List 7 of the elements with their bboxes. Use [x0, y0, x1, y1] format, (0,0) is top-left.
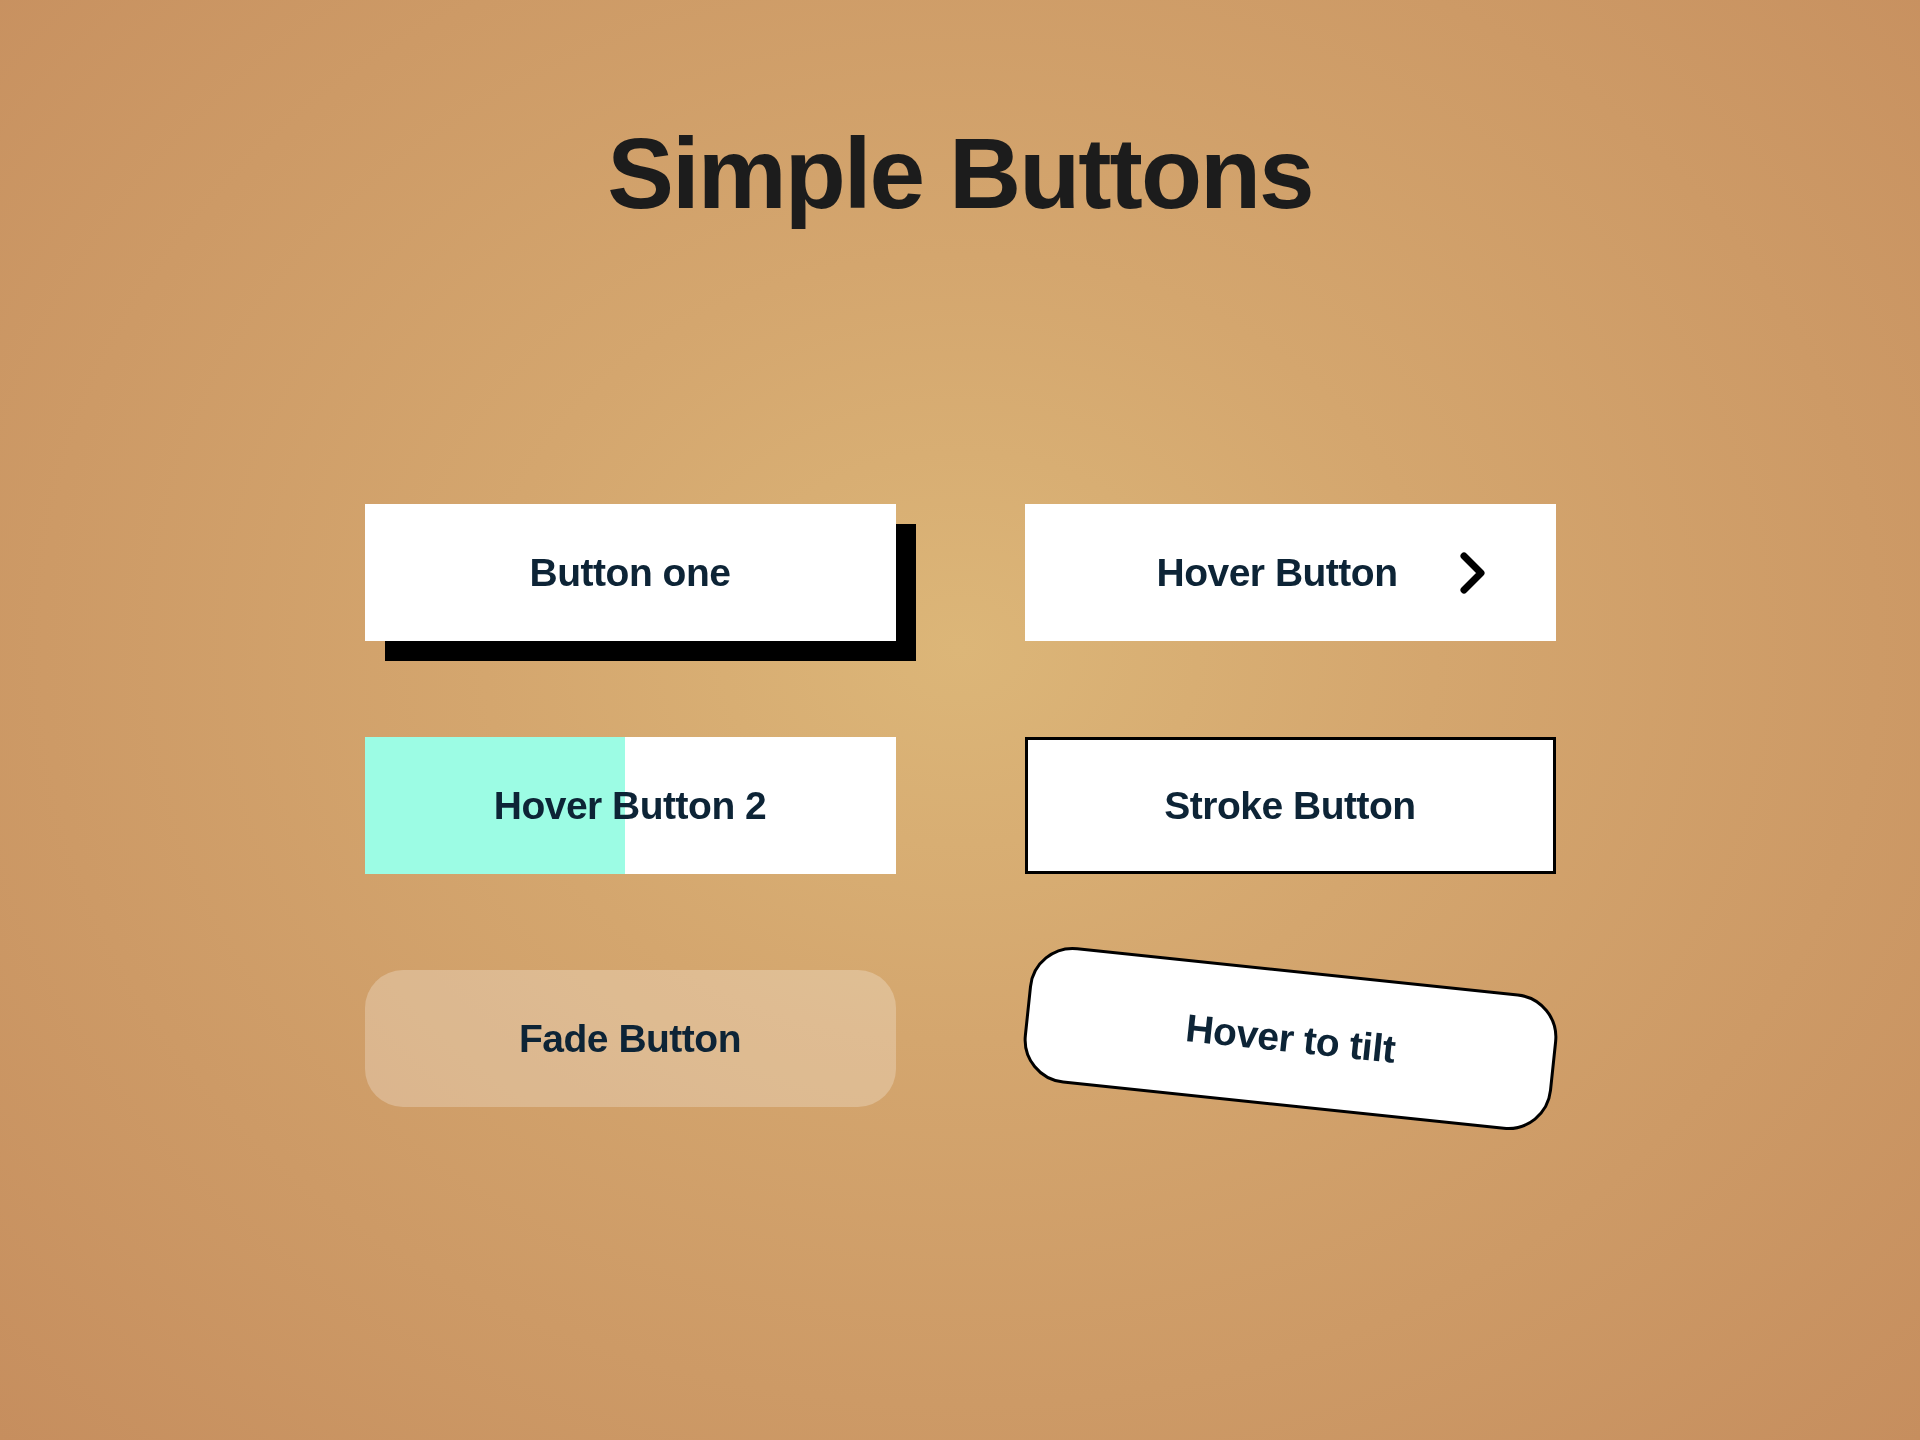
- fade-button[interactable]: Fade Button: [364, 970, 896, 1107]
- fill-button[interactable]: Hover Button 2: [364, 737, 896, 874]
- chevron-right-icon: [1459, 551, 1486, 594]
- shadow-button[interactable]: Button one: [364, 504, 896, 641]
- arrow-button[interactable]: Hover Button: [1024, 504, 1556, 641]
- page-title: Simple Buttons: [606, 116, 1314, 228]
- outline-button[interactable]: Stroke Button: [1024, 737, 1556, 874]
